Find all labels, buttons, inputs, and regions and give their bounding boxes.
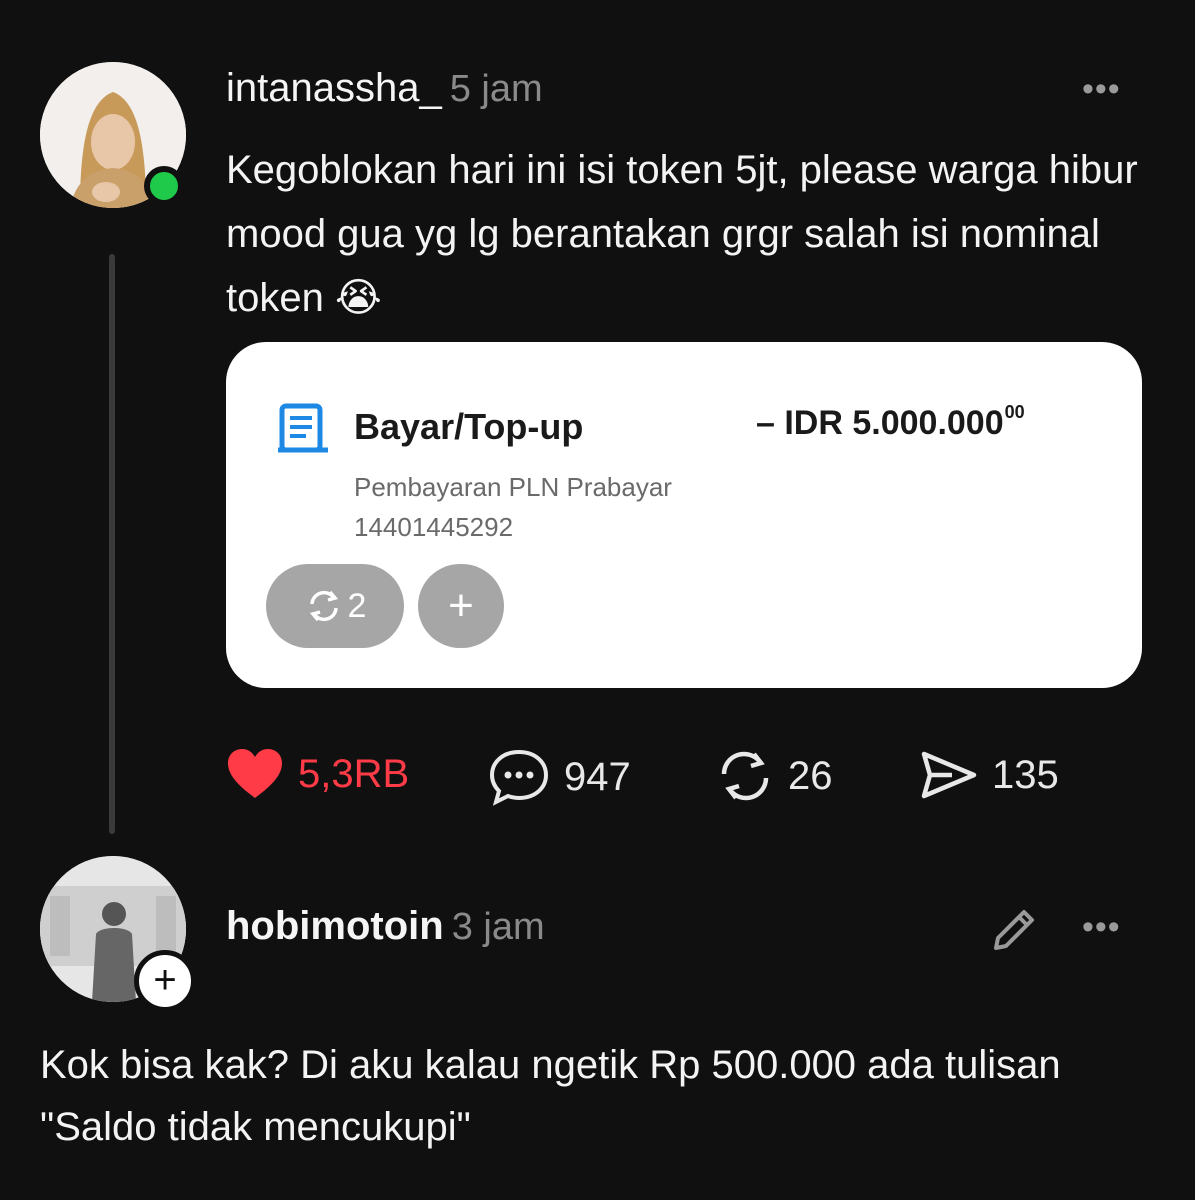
reply-text: Kok bisa kak? Di aku kalau ngetik Rp 500… [40, 1043, 1061, 1149]
send-icon [921, 751, 977, 799]
heart-icon [228, 749, 282, 798]
follow-button[interactable]: + [134, 950, 196, 1012]
username[interactable]: hobimotoin [226, 904, 444, 948]
add-button[interactable]: + [418, 564, 504, 648]
post-time: 3 jam [451, 906, 545, 948]
username[interactable]: intanassha_ [226, 66, 442, 110]
transaction-title: Bayar/Top-up [354, 406, 584, 447]
reload-button[interactable]: 2 [266, 564, 404, 648]
comment-button[interactable]: 947 [488, 748, 631, 806]
repost-icon [721, 751, 769, 801]
comment-icon [489, 749, 549, 806]
reload-count: 2 [347, 586, 367, 625]
more-options-icon[interactable]: ••• [1082, 908, 1121, 947]
amount-cents: 00 [1004, 401, 1025, 422]
post2-header: hobimotoin 3 jam [226, 904, 545, 949]
share-count: 135 [992, 752, 1059, 797]
post-text: Kegoblokan hari ini isi token 5jt, pleas… [226, 138, 1166, 330]
more-options-icon[interactable]: ••• [1082, 70, 1121, 109]
thread-line [109, 254, 115, 834]
online-status-dot [144, 166, 184, 206]
like-button[interactable]: 5,3RB [226, 748, 409, 800]
reload-icon [309, 590, 338, 622]
comment-count: 947 [564, 754, 631, 799]
repost-button[interactable]: 26 [716, 748, 833, 804]
amount-value: – IDR 5.000.000 [756, 404, 1004, 442]
transaction-amount: – IDR 5.000.00000 [756, 401, 1025, 443]
transaction-reference: 14401445292 [354, 512, 514, 542]
repost-count: 26 [788, 753, 833, 798]
share-button[interactable]: 135 [918, 748, 1059, 802]
transaction-subtitle: Pembayaran PLN Prabayar [354, 472, 672, 502]
like-count: 5,3RB [298, 751, 410, 796]
post1-header: intanassha_ 5 jam [226, 66, 543, 111]
post-time: 5 jam [449, 68, 543, 110]
receipt-icon [276, 402, 332, 458]
crying-emoji: 😭 [334, 276, 382, 320]
edit-icon[interactable] [988, 902, 1042, 956]
